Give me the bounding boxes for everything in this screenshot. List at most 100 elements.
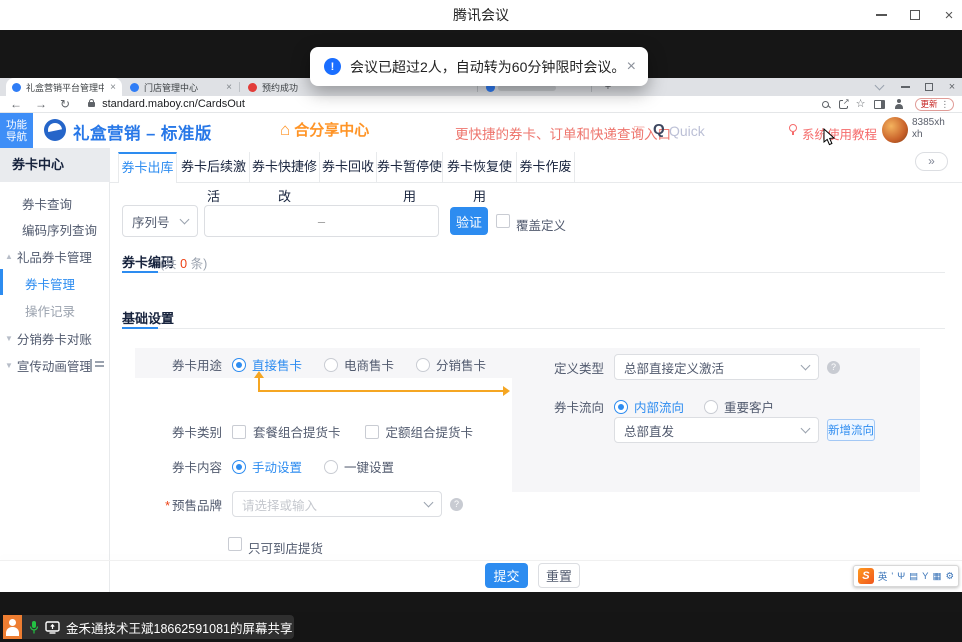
sidebar-group-distribution-reconcile[interactable]: ▼ 分销券卡对账	[5, 326, 92, 350]
help-icon[interactable]: ?	[450, 498, 463, 511]
search-icon[interactable]: Q	[653, 121, 665, 138]
submit-button[interactable]: 提交	[485, 563, 528, 588]
radio-label-manual-setup[interactable]: 手动设置	[252, 457, 302, 476]
profile-icon[interactable]	[894, 99, 904, 109]
store-pickup-only-checkbox[interactable]	[228, 537, 242, 551]
address-bar[interactable]: standard.maboy.cn/CardsOut	[102, 98, 245, 110]
section-basic-underline	[122, 327, 158, 329]
tab-card-outbound-active[interactable]: 券卡出库	[118, 152, 177, 183]
zoom-icon[interactable]	[822, 101, 829, 108]
radio-ecommerce-sale[interactable]	[324, 358, 338, 372]
radio-direct-sale[interactable]	[232, 358, 246, 372]
browser-close-button[interactable]: ×	[941, 78, 962, 96]
ime-toolbar: S 英 ' Ψ ▤ Y ▦ ⚙	[853, 565, 959, 587]
sidebar-group-promo-animation[interactable]: ▼ 宣传动画管理	[5, 353, 92, 377]
checkbox-label-fixed-combo[interactable]: 定额组合提货卡	[386, 422, 474, 441]
radio-label-distribution-sale[interactable]: 分销售卡	[436, 355, 486, 374]
radio-distribution-sale[interactable]	[416, 358, 430, 372]
sidebar-item-code-sequence-query[interactable]: 编码序列查询	[22, 217, 97, 241]
verify-button[interactable]: 验证	[450, 207, 488, 235]
sidebar-collapse-icon[interactable]	[90, 359, 103, 372]
radio-label-important-customer[interactable]: 重要客户	[724, 397, 774, 416]
share-center-link[interactable]: ⌂ 合分享中心	[280, 119, 369, 140]
screen-share-indicator[interactable]: 金禾通技术王斌18662591081的屏幕共享	[22, 615, 294, 639]
radio-label-one-click-setup[interactable]: 一键设置	[344, 457, 394, 476]
help-icon[interactable]: ?	[827, 361, 840, 374]
chevron-down-icon	[874, 80, 884, 90]
ime-logo[interactable]: S	[858, 568, 874, 584]
minimize-button[interactable]	[866, 0, 896, 30]
tab-close-icon[interactable]: ×	[220, 82, 232, 93]
tab-card-activate[interactable]: 券卡后续激活	[178, 152, 250, 182]
share-page-icon[interactable]	[839, 100, 848, 109]
flow-target-select[interactable]: 总部直发	[614, 417, 819, 443]
serial-type-select[interactable]: 序列号	[122, 205, 198, 237]
store-pickup-only-label[interactable]: 只可到店提货	[248, 538, 323, 557]
radio-manual-setup[interactable]	[232, 460, 246, 474]
screen-share-icon	[45, 621, 60, 634]
browser-minimize-button[interactable]	[894, 78, 916, 96]
tab-card-suspend[interactable]: 券卡暂停使用	[377, 152, 443, 182]
tab-search-button[interactable]	[868, 78, 890, 96]
radio-internal-flow[interactable]	[614, 400, 628, 414]
definition-type-select[interactable]: 总部直接定义激活	[614, 354, 819, 380]
ime-punct-button[interactable]: '	[891, 571, 893, 582]
ime-skin-icon[interactable]: Y	[922, 571, 928, 582]
close-button[interactable]: ×	[934, 0, 962, 30]
definition-type-label: 定义类型	[548, 358, 604, 377]
maximize-button[interactable]	[900, 0, 930, 30]
card-category-row: 券卡类别 套餐组合提货卡 定额组合提货卡	[166, 422, 473, 441]
ime-grid-icon[interactable]: ▦	[932, 571, 941, 582]
tab-card-quick-edit[interactable]: 券卡快捷修改	[250, 152, 320, 182]
serial-range-input[interactable]: –	[204, 205, 439, 237]
ime-keyboard-icon[interactable]: ▤	[909, 571, 918, 582]
notification-close-icon[interactable]: ×	[627, 59, 636, 75]
bookmark-star-icon[interactable]: ☆	[856, 99, 866, 110]
user-avatar[interactable]	[882, 117, 908, 143]
back-icon[interactable]: ←	[10, 98, 22, 110]
browser-tab-active[interactable]: 礼盒营销平台管理中心 ×	[6, 78, 122, 96]
presale-brand-select[interactable]: 请选择或输入	[232, 491, 442, 517]
side-panel-icon[interactable]	[874, 100, 885, 109]
quick-search-label[interactable]: Quick	[669, 123, 705, 139]
radio-important-customer[interactable]	[704, 400, 718, 414]
checkbox-label-package-combo[interactable]: 套餐组合提货卡	[253, 422, 341, 441]
sidebar-group-gift-card-mgmt[interactable]: ▲ 礼品券卡管理	[5, 244, 92, 268]
browser-tab[interactable]: 门店管理中心 ×	[124, 78, 238, 96]
override-checkbox[interactable]	[496, 214, 510, 228]
menu-dots-icon[interactable]: ⋮	[941, 99, 950, 110]
chevron-down-icon	[801, 423, 811, 433]
nav-toggle-button[interactable]: 功能 导航	[0, 113, 33, 148]
ime-lang-button[interactable]: 英	[878, 569, 888, 583]
footer-divider	[0, 560, 962, 561]
checkbox-fixed-combo-card[interactable]	[365, 425, 379, 439]
sidebar-item-card-management-active[interactable]: 券卡管理	[25, 271, 75, 295]
reload-icon[interactable]: ↻	[60, 98, 70, 110]
ime-settings-icon[interactable]: ⚙	[945, 571, 954, 582]
ime-mic-icon[interactable]: Ψ	[897, 571, 905, 582]
add-flow-button[interactable]: 新增流向	[827, 419, 875, 441]
sidebar-item-operation-log[interactable]: 操作记录	[25, 298, 75, 322]
forward-icon[interactable]: →	[35, 98, 47, 110]
radio-one-click-setup[interactable]	[324, 460, 338, 474]
sidebar-item-card-query[interactable]: 券卡查询	[22, 191, 72, 215]
reset-button[interactable]: 重置	[538, 563, 580, 588]
submit-label: 提交	[493, 566, 519, 585]
update-browser-button[interactable]: 更新 ⋮	[915, 98, 954, 111]
tab-card-recycle[interactable]: 券卡回收	[320, 152, 377, 182]
tab-close-icon[interactable]: ×	[104, 82, 116, 93]
presale-brand-row: *预售品牌 请选择或输入 ?	[150, 491, 463, 517]
radio-label-internal-flow[interactable]: 内部流向	[634, 397, 684, 416]
tab-card-resume[interactable]: 券卡恢复使用	[443, 152, 517, 182]
tab-title: 门店管理中心	[144, 81, 198, 94]
tab-card-void[interactable]: 券卡作废	[517, 152, 575, 182]
override-label[interactable]: 覆盖定义	[516, 215, 566, 234]
checkbox-package-combo-card[interactable]	[232, 425, 246, 439]
expand-tabs-button[interactable]: »	[915, 152, 948, 171]
tutorial-link[interactable]: 系统使用教程	[802, 124, 877, 143]
lock-icon[interactable]	[88, 102, 95, 107]
sidebar-item-label: 礼品券卡管理	[17, 247, 92, 266]
radio-label-ecommerce-sale[interactable]: 电商售卡	[344, 355, 394, 374]
card-content-label: 券卡内容	[166, 457, 222, 476]
browser-maximize-button[interactable]	[918, 78, 940, 96]
